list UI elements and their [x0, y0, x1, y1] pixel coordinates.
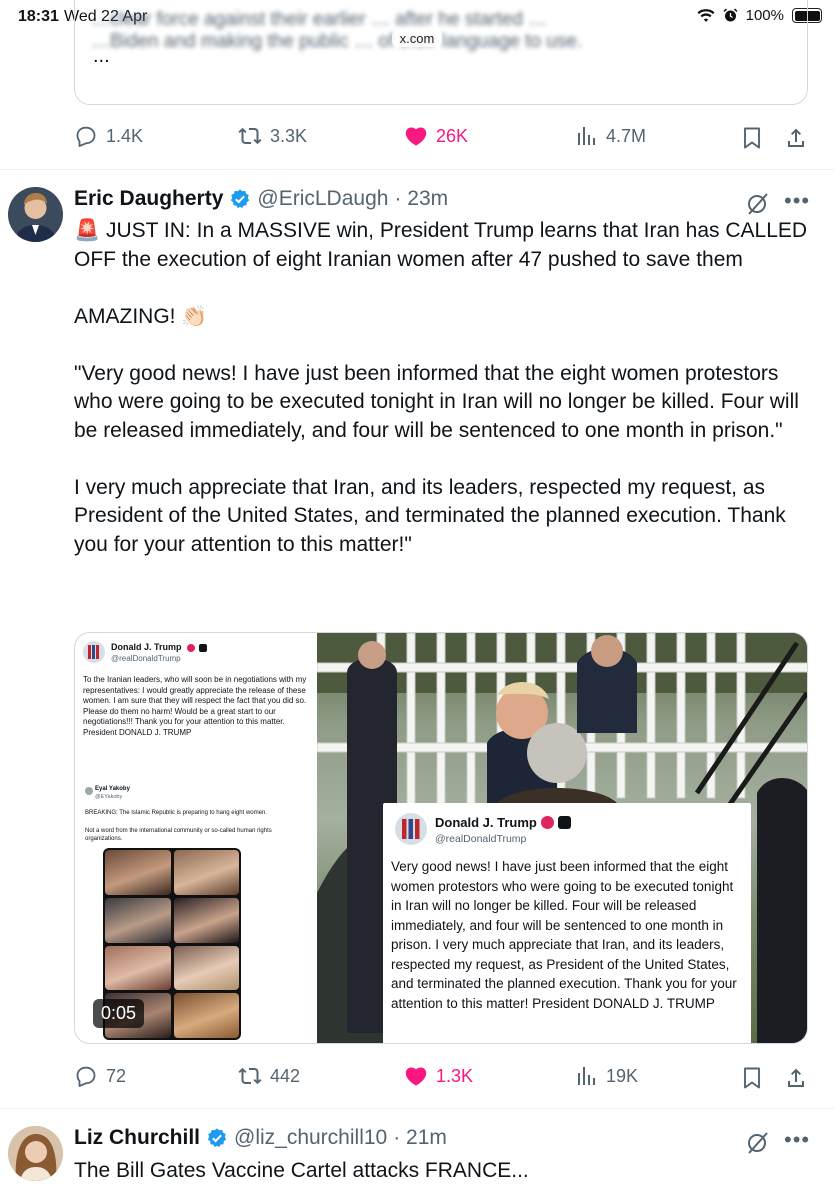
card-text: Very good news! I have just been informe…: [391, 859, 737, 1011]
reply-button[interactable]: 72: [74, 1064, 126, 1088]
avatar[interactable]: [8, 187, 63, 242]
heart-filled-icon: [405, 127, 427, 146]
reply-count: 1.4K: [106, 125, 144, 146]
more-options-icon[interactable]: •••: [784, 1127, 810, 1153]
like-count: 26K: [436, 125, 469, 146]
media-left-panel: Donald J. Trump @realDonaldTrump To the …: [75, 633, 317, 1043]
status-time: 18:31: [18, 8, 59, 25]
tweet-time[interactable]: · 23m: [394, 187, 448, 211]
author-name[interactable]: Eric Daugherty: [74, 187, 223, 211]
card-verified-icon: [540, 816, 554, 829]
more-options-icon[interactable]: •••: [784, 188, 810, 214]
tweet-header: Eric Daugherty @EricLDaugh · 23m: [74, 187, 448, 211]
share-icon[interactable]: [784, 1066, 808, 1090]
media-video[interactable]: Donald J. Trump @realDonaldTrump Very go…: [317, 633, 807, 1043]
repost-button[interactable]: 3.3K: [238, 124, 307, 148]
face-photo: [105, 945, 171, 991]
embed-text-1: BREAKING: The Islamic Republic is prepar…: [85, 810, 267, 816]
repost-button[interactable]: 442: [238, 1064, 300, 1088]
face-photo: [173, 993, 239, 1038]
face-photo: [173, 897, 239, 943]
media-left-affiliate-icon: [198, 643, 207, 652]
face-photo: [173, 945, 239, 991]
views-count: 19K: [606, 1065, 639, 1086]
like-button[interactable]: 1.3K: [404, 1064, 473, 1088]
face-photo: [105, 850, 171, 895]
views-count: 4.7M: [606, 125, 647, 146]
tweet-time[interactable]: · 21m: [393, 1126, 447, 1150]
media-left-handle: @realDonaldTrump: [111, 654, 181, 663]
quote-card: Donald J. Trump @realDonaldTrump Very go…: [383, 803, 751, 1043]
embed-name: Eyal Yakoby: [95, 786, 130, 792]
video-duration: 0:05: [93, 999, 145, 1028]
media-left-name: Donald J. Trump: [111, 642, 182, 652]
repost-icon: [238, 127, 262, 145]
prev-tweet-actions: 1.4K 3.3K 26K 4.7M: [74, 124, 808, 154]
verified-badge-icon: [207, 1128, 227, 1148]
card-avatar-icon: [395, 813, 427, 845]
avatar[interactable]: [8, 1126, 63, 1181]
divider: [0, 169, 834, 170]
reply-icon: [76, 126, 96, 147]
url-label[interactable]: x.com: [391, 30, 443, 47]
bookmark-icon[interactable]: [740, 1066, 764, 1090]
like-button[interactable]: 26K: [404, 124, 468, 148]
card-author-name: Donald J. Trump: [435, 815, 537, 830]
quoted-tweet-ellipsis: ...: [93, 45, 110, 67]
repost-count: 442: [270, 1065, 301, 1086]
heart-filled-icon: [405, 1067, 427, 1086]
embed-handle: @EYakoby: [95, 794, 123, 800]
embed-avatar: [85, 787, 93, 795]
bookmark-icon[interactable]: [740, 126, 764, 150]
tweet-actions: 72 442 1.3K 19K: [74, 1064, 808, 1094]
reply-icon: [76, 1066, 96, 1087]
grok-icon[interactable]: [746, 191, 770, 215]
reply-count: 72: [106, 1065, 127, 1086]
analytics-icon: [578, 127, 595, 145]
divider: [0, 1108, 834, 1109]
tweet-text: The Bill Gates Vaccine Cartel attacks FR…: [74, 1159, 529, 1182]
author-handle[interactable]: @liz_churchill10: [234, 1126, 387, 1150]
tweet-media[interactable]: Donald J. Trump @realDonaldTrump To the …: [74, 632, 808, 1044]
face-photo: [105, 897, 171, 943]
reply-button[interactable]: 1.4K: [74, 124, 143, 148]
repost-icon: [238, 1067, 262, 1085]
quoted-tweet[interactable]: …clear force against their earlier … aft…: [74, 0, 808, 105]
embed-text-2: Not a word from the international commun…: [85, 828, 272, 842]
media-left-badge-icon: [187, 643, 196, 652]
verified-badge-icon: [231, 189, 250, 209]
author-handle[interactable]: @EricLDaugh: [257, 187, 388, 211]
tweet-header: Liz Churchill @liz_churchill10 · 21m: [74, 1126, 447, 1150]
card-affiliate-icon: [557, 816, 571, 829]
views-button[interactable]: 19K: [574, 1064, 638, 1088]
trump-avatar-icon: [83, 641, 105, 663]
face-photo: [173, 850, 239, 895]
like-count: 1.3K: [436, 1065, 474, 1086]
views-button[interactable]: 4.7M: [574, 124, 646, 148]
repost-count: 3.3K: [270, 125, 308, 146]
share-icon[interactable]: [784, 126, 808, 150]
grok-icon[interactable]: [746, 1130, 770, 1154]
card-author-handle: @realDonaldTrump: [435, 833, 527, 845]
media-left-text: To the Iranian leaders, who will soon be…: [83, 675, 307, 737]
analytics-icon: [578, 1067, 595, 1085]
tweet-text: 🚨 JUST IN: In a MASSIVE win, President T…: [74, 219, 808, 556]
author-name[interactable]: Liz Churchill: [74, 1126, 200, 1150]
